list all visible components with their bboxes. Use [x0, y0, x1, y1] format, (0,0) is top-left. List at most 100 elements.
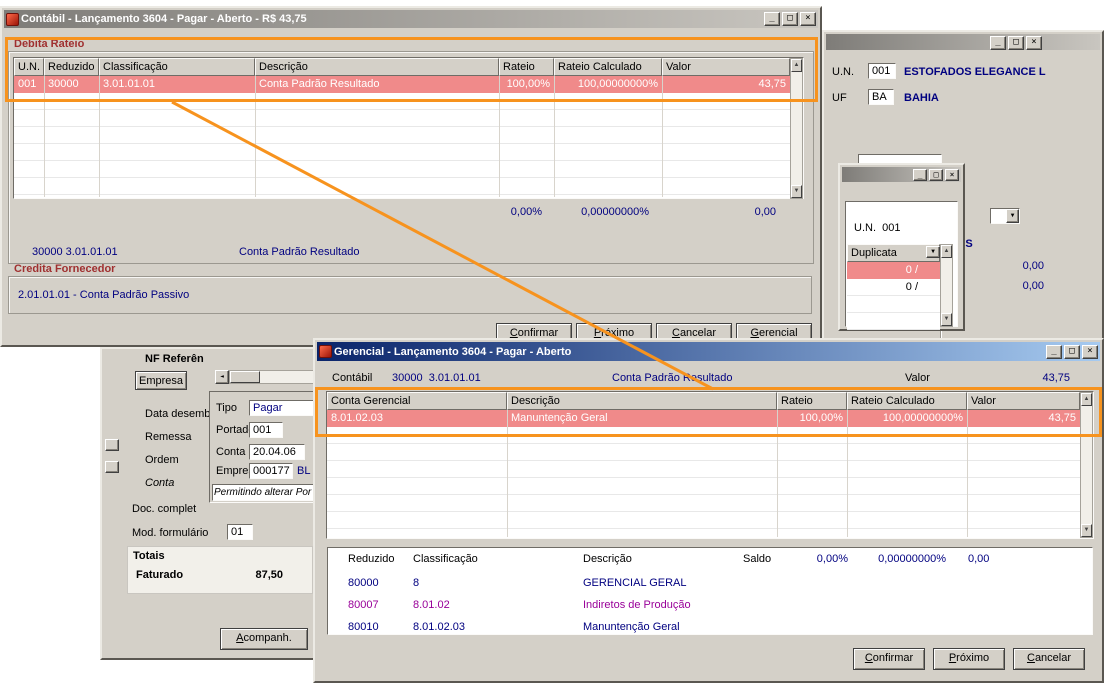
- totais-panel: Totais Faturado 87,50: [127, 546, 313, 594]
- empty-row: [847, 313, 940, 330]
- un-code-field[interactable]: 001: [868, 63, 896, 79]
- cell-un: 001: [18, 78, 37, 90]
- column-header-descricao[interactable]: Descrição: [255, 58, 499, 76]
- tipo-label: Tipo: [216, 402, 237, 414]
- empresa-field[interactable]: 000177: [249, 463, 293, 479]
- cell-classificacao: 3.01.01.01: [103, 78, 155, 90]
- cell-rateio: 100,00%: [506, 78, 550, 90]
- empty-row: [14, 127, 790, 144]
- column-header-rateio-calculado[interactable]: Rateio Calculado: [554, 58, 662, 76]
- close-button[interactable]: ×: [800, 12, 816, 26]
- column-header-rateio-calculado[interactable]: Rateio Calculado: [847, 392, 967, 410]
- debita-rateio-label: Debita Rateio: [14, 38, 85, 50]
- sort-dropdown-icon[interactable]: ▼: [926, 246, 940, 258]
- debita-grid-header: U.N. Reduzido Classificação Descrição Ra…: [14, 58, 790, 76]
- mod-formulario-field[interactable]: 01: [227, 524, 253, 540]
- minimize-button[interactable]: _: [913, 168, 927, 181]
- scroll-down-icon[interactable]: ▼: [1081, 524, 1092, 537]
- empresa-name-text: BL: [297, 465, 311, 477]
- column-separator: [554, 76, 555, 197]
- confirmar-button[interactable]: Confirmar: [853, 648, 925, 670]
- close-button[interactable]: ×: [945, 168, 959, 181]
- debita-selected-row[interactable]: 001 30000 3.01.01.01 Conta Padrão Result…: [14, 76, 790, 93]
- total-valor: 0,00: [754, 206, 776, 218]
- duplicata-row[interactable]: 0 /: [847, 279, 940, 296]
- empresa-tab-button[interactable]: Empresa: [135, 371, 187, 390]
- scroll-left-icon[interactable]: ◄: [215, 370, 229, 384]
- lookup-row-reduzido[interactable]: 80010: [348, 621, 379, 633]
- lookup-row-descricao[interactable]: GERENCIAL GERAL: [583, 577, 687, 589]
- empty-row: [14, 178, 790, 195]
- hscroll-thumb[interactable]: [230, 371, 260, 383]
- maximize-button[interactable]: □: [1064, 344, 1080, 359]
- column-header-conta-gerencial[interactable]: Conta Gerencial: [327, 392, 507, 410]
- column-header-rateio[interactable]: Rateio: [499, 58, 554, 76]
- scroll-up-icon[interactable]: ▲: [791, 59, 802, 72]
- scroll-down-icon[interactable]: ▼: [791, 185, 802, 198]
- fornecedor-titlebar[interactable]: [826, 34, 1100, 50]
- tipo-field[interactable]: Pagar: [249, 400, 315, 416]
- lookup-row-classificacao[interactable]: 8.01.02.03: [413, 621, 465, 633]
- column-header-classificacao[interactable]: Classificação: [99, 58, 255, 76]
- close-button[interactable]: ×: [1026, 36, 1042, 50]
- dropdown-arrow-icon[interactable]: ▼: [1006, 209, 1019, 223]
- maximize-button[interactable]: □: [929, 168, 943, 181]
- cell-conta-gerencial: 8.01.02.03: [331, 412, 383, 424]
- small-button[interactable]: [105, 461, 119, 473]
- conta-label: Conta: [145, 477, 175, 489]
- uf-label: UF: [832, 92, 847, 104]
- minimize-button[interactable]: _: [990, 36, 1006, 50]
- desktop: _ □ × U.N. 001 ESTOFADOS ELEGANCE L UF B…: [0, 0, 1104, 686]
- pagamento-panel: Tipo Pagar Portador 001 Conta 20.04.06 E…: [209, 391, 317, 503]
- lookup-row-descricao[interactable]: Manuntenção Geral: [583, 621, 680, 633]
- scroll-up-icon[interactable]: ▲: [941, 245, 952, 258]
- mod-formulario-label: Mod. formulário: [132, 527, 209, 539]
- column-header-descricao[interactable]: Descrição: [507, 392, 777, 410]
- cancelar-button[interactable]: Cancelar: [1013, 648, 1085, 670]
- maximize-button[interactable]: □: [782, 12, 798, 26]
- totais-label: Totais: [133, 550, 165, 562]
- minimize-button[interactable]: _: [764, 12, 780, 26]
- debita-scrollbar[interactable]: ▲ ▼: [790, 58, 803, 199]
- conta-field[interactable]: 20.04.06: [249, 444, 305, 460]
- hscroll-track[interactable]: [229, 370, 315, 384]
- selected-account-desc: Conta Padrão Resultado: [239, 246, 360, 258]
- column-separator: [499, 76, 500, 197]
- column-separator: [967, 410, 968, 537]
- column-header-reduzido[interactable]: Reduzido: [44, 58, 99, 76]
- portador-field[interactable]: 001: [249, 422, 283, 438]
- lookup-row-reduzido[interactable]: 80007: [348, 599, 379, 611]
- cell-valor: 43,75: [1048, 412, 1076, 424]
- duplicata-scrollbar[interactable]: ▲ ▼: [940, 244, 953, 327]
- lookup-row-classificacao[interactable]: 8.01.02: [413, 599, 450, 611]
- uf-code-field[interactable]: BA: [868, 89, 894, 105]
- scroll-up-icon[interactable]: ▲: [1081, 393, 1092, 406]
- lookup-row-classificacao[interactable]: 8: [413, 577, 419, 589]
- lookup-row-descricao[interactable]: Indiretos de Produção: [583, 599, 691, 611]
- gerencial-titlebar[interactable]: Gerencial - Lançamento 3604 - Pagar - Ab…: [317, 342, 1100, 361]
- contabil-titlebar[interactable]: Contábil - Lançamento 3604 - Pagar - Abe…: [4, 10, 818, 28]
- cell-valor: 43,75: [758, 78, 786, 90]
- column-header-rateio[interactable]: Rateio: [777, 392, 847, 410]
- acompanhamento-button[interactable]: Acompanh.: [220, 628, 308, 650]
- small-button[interactable]: [105, 439, 119, 451]
- scroll-down-icon[interactable]: ▼: [941, 313, 952, 326]
- lookup-row-reduzido[interactable]: 80000: [348, 577, 379, 589]
- column-header-un[interactable]: U.N.: [14, 58, 44, 76]
- proximo-button[interactable]: Próximo: [933, 648, 1005, 670]
- lookup-header-descricao: Descrição: [583, 553, 632, 565]
- gerencial-scrollbar[interactable]: ▲ ▼: [1080, 392, 1093, 538]
- column-header-valor[interactable]: Valor: [967, 392, 1080, 410]
- inss-value-1: 0,00: [1022, 260, 1044, 272]
- cell-descricao: Manuntenção Geral: [511, 412, 608, 424]
- un-info-text: U.N. 001: [854, 222, 901, 234]
- duplicata-titlebar[interactable]: _ □ ×: [842, 167, 961, 182]
- close-button[interactable]: ×: [1082, 344, 1098, 359]
- column-header-valor[interactable]: Valor: [662, 58, 790, 76]
- cell-descricao: Conta Padrão Resultado: [259, 78, 380, 90]
- maximize-button[interactable]: □: [1008, 36, 1024, 50]
- minimize-button[interactable]: _: [1046, 344, 1062, 359]
- empty-row: [14, 110, 790, 127]
- contabil-window-title: Contábil - Lançamento 3604 - Pagar - Abe…: [21, 13, 307, 25]
- duplicata-selected-row[interactable]: 0 /: [847, 262, 940, 279]
